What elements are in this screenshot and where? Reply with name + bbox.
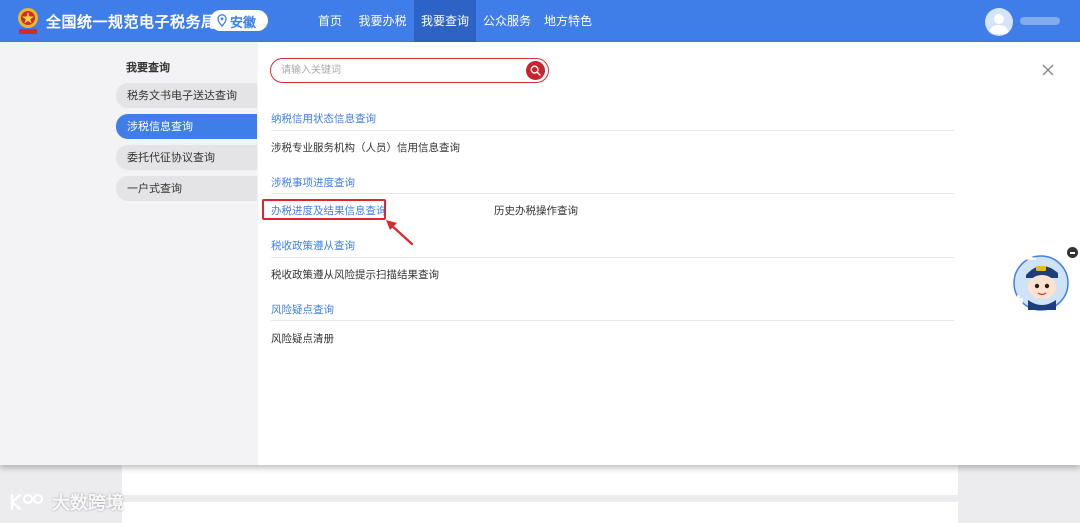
section-title-risk-doubt: 风险疑点查询 [271, 304, 334, 316]
sidebar-item-one-account[interactable]: 一户式查询 [116, 176, 257, 201]
section-title-policy-compliance: 税收政策遵从查询 [271, 240, 355, 252]
section-title-credit-status: 纳税信用状态信息查询 [271, 113, 376, 125]
app-title: 全国统一规范电子税务局 [46, 13, 217, 31]
search-icon [530, 65, 541, 76]
section-divider [271, 130, 954, 131]
sidebar-heading: 我要查询 [126, 61, 170, 74]
widget-char: 征 [1021, 244, 1036, 262]
sidebar-item-entrusted-collection[interactable]: 委托代征协议查询 [116, 145, 257, 170]
top-navigation-bar: 全国统一规范电子税务局 安徽 首页 我要办税 我要查询 公众服务 地方特色 [0, 0, 1080, 42]
query-dropdown-panel: 我要查询 税务文书电子送达查询 涉税信息查询 委托代征协议查询 一户式查询 纳税… [0, 42, 1080, 465]
section-divider [271, 193, 954, 194]
nav-local-features[interactable]: 地方特色 [539, 0, 597, 42]
annotation-highlight-box [262, 199, 386, 220]
section-title-progress: 涉税事项进度查询 [271, 177, 355, 189]
location-pin-icon [217, 14, 227, 27]
watermark-text: 大数跨境 [52, 493, 124, 514]
widget-close-icon[interactable] [1067, 247, 1078, 258]
watermark-logo-icon [10, 493, 43, 511]
sidebar-item-document-delivery[interactable]: 税务文书电子送达查询 [116, 83, 257, 108]
background-card [122, 465, 958, 495]
widget-char: 互 [996, 276, 1011, 294]
query-category-sidebar: 我要查询 税务文书电子送达查询 涉税信息查询 委托代征协议查询 一户式查询 [0, 42, 258, 465]
location-label: 安徽 [230, 16, 257, 31]
nav-public-service[interactable]: 公众服务 [478, 0, 536, 42]
background-card [122, 502, 958, 523]
location-selector[interactable]: 安徽 [210, 10, 268, 31]
link-professional-service-credit[interactable]: 涉税专业服务机构（人员）信用信息查询 [271, 140, 460, 155]
search-button[interactable] [526, 61, 545, 80]
widget-char: 纳 [1000, 258, 1015, 276]
search-input[interactable] [281, 62, 521, 79]
nav-query[interactable]: 我要查询 [414, 0, 476, 42]
tax-emblem-icon [18, 8, 38, 34]
sidebar-item-tax-info[interactable]: 涉税信息查询 [116, 114, 257, 139]
watermark: 大数跨境 [8, 489, 124, 515]
user-avatar-icon[interactable] [985, 8, 1013, 36]
close-icon[interactable] [1042, 64, 1054, 76]
search-box [270, 58, 549, 83]
link-risk-doubt-list[interactable]: 风险疑点清册 [271, 331, 334, 346]
section-divider [271, 257, 954, 258]
username-blurred[interactable] [1020, 17, 1060, 25]
section-divider [271, 320, 954, 321]
link-compliance-risk-scan[interactable]: 税收政策遵从风险提示扫描结果查询 [271, 267, 439, 282]
widget-char: 动 [1008, 294, 1023, 312]
annotation-arrow-icon [386, 220, 414, 246]
nav-home[interactable]: 首页 [310, 0, 350, 42]
link-history-operation-query[interactable]: 历史办税操作查询 [494, 203, 578, 218]
nav-do-tax[interactable]: 我要办税 [355, 0, 410, 42]
